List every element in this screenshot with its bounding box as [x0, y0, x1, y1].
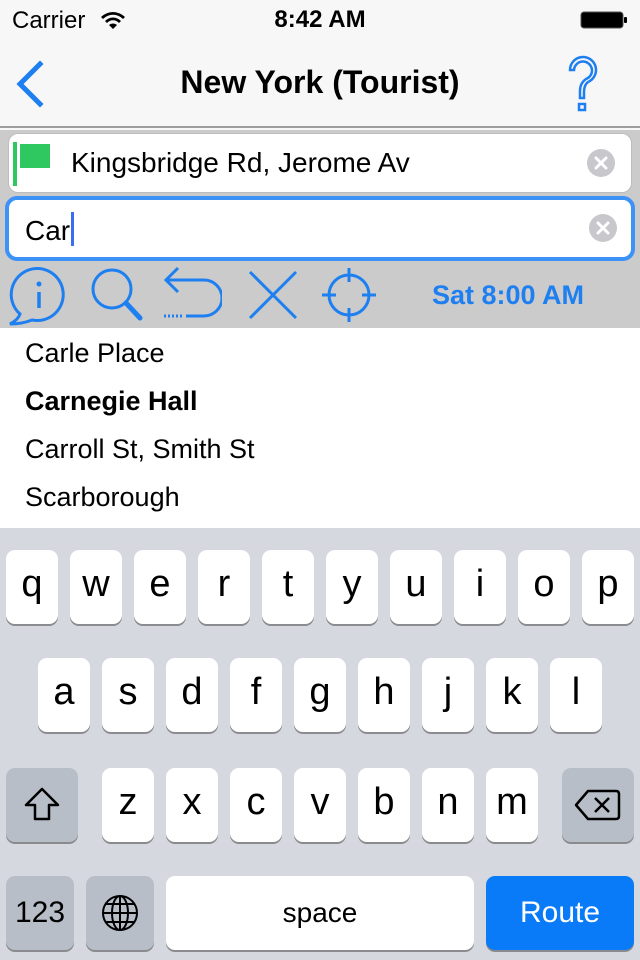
key-z[interactable]: z	[102, 768, 154, 842]
locate-button[interactable]	[318, 264, 380, 326]
shift-arrow-icon	[24, 787, 60, 821]
question-mark-icon	[568, 55, 598, 112]
suggestion-item[interactable]: Carroll St, Smith St	[25, 434, 255, 465]
suggestion-item[interactable]: Scarborough	[25, 482, 180, 513]
route-toolbar: Sat 8:00 AM	[0, 262, 640, 328]
key-u[interactable]: u	[390, 550, 442, 624]
key-s[interactable]: s	[102, 658, 154, 732]
destination-value: Car	[25, 215, 71, 246]
battery-full-icon	[580, 11, 627, 29]
key-y[interactable]: y	[326, 550, 378, 624]
magnifier-icon	[91, 268, 143, 321]
space-key[interactable]: space	[166, 876, 474, 950]
suggestion-list: Carle Place Carnegie Hall Carroll St, Sm…	[0, 328, 640, 528]
key-f[interactable]: f	[230, 658, 282, 732]
clear-route-button[interactable]	[242, 264, 304, 326]
key-l[interactable]: l	[550, 658, 602, 732]
key-c[interactable]: c	[230, 768, 282, 842]
status-time: 8:42 AM	[274, 6, 366, 33]
key-g[interactable]: g	[294, 658, 346, 732]
key-h[interactable]: h	[358, 658, 410, 732]
key-p[interactable]: p	[582, 550, 634, 624]
clear-destination-button[interactable]	[589, 214, 617, 242]
navigation-bar: New York (Tourist)	[0, 40, 640, 128]
info-bubble-icon	[9, 267, 65, 326]
delete-key[interactable]	[562, 768, 634, 842]
reverse-route-button[interactable]	[160, 264, 224, 326]
search-button[interactable]	[86, 264, 148, 326]
key-j[interactable]: j	[422, 658, 474, 732]
key-i[interactable]: i	[454, 550, 506, 624]
destination-input[interactable]: Car	[25, 212, 75, 247]
backspace-icon	[574, 789, 621, 821]
page-title: New York (Tourist)	[180, 64, 460, 100]
key-d[interactable]: d	[166, 658, 218, 732]
origin-field[interactable]: Kingsbridge Rd, Jerome Av	[8, 133, 632, 193]
key-k[interactable]: k	[486, 658, 538, 732]
key-a[interactable]: a	[38, 658, 90, 732]
origin-value: Kingsbridge Rd, Jerome Av	[71, 147, 410, 178]
help-button[interactable]	[560, 54, 606, 114]
globe-key[interactable]	[86, 876, 154, 950]
globe-icon	[102, 895, 138, 931]
clear-circle-icon	[596, 221, 610, 235]
u-turn-arrow-icon	[163, 266, 224, 318]
clear-circle-icon	[594, 156, 608, 170]
key-w[interactable]: w	[70, 550, 122, 624]
key-t[interactable]: t	[262, 550, 314, 624]
suggestion-item[interactable]: Carle Place	[25, 338, 165, 369]
route-key[interactable]: Route	[486, 876, 634, 950]
info-button[interactable]	[6, 264, 68, 326]
clear-origin-button[interactable]	[587, 149, 615, 177]
text-caret	[71, 212, 75, 246]
keyboard: q w e r t y u i o p a s d f g h j k l z …	[0, 528, 640, 960]
status-bar: Carrier 8:42 AM	[0, 0, 640, 40]
departure-time-button[interactable]: Sat 8:00 AM	[432, 280, 584, 311]
key-m[interactable]: m	[486, 768, 538, 842]
key-o[interactable]: o	[518, 550, 570, 624]
x-icon	[248, 270, 298, 320]
key-x[interactable]: x	[166, 768, 218, 842]
green-flag-icon	[13, 142, 50, 186]
suggestion-item[interactable]: Carnegie Hall	[25, 386, 198, 417]
key-n[interactable]: n	[422, 768, 474, 842]
destination-field[interactable]: Car	[5, 196, 635, 261]
key-v[interactable]: v	[294, 768, 346, 842]
key-b[interactable]: b	[358, 768, 410, 842]
key-r[interactable]: r	[198, 550, 250, 624]
crosshair-icon	[322, 268, 376, 322]
key-e[interactable]: e	[134, 550, 186, 624]
numbers-key[interactable]: 123	[6, 876, 74, 950]
key-q[interactable]: q	[6, 550, 58, 624]
shift-key[interactable]	[6, 768, 78, 842]
